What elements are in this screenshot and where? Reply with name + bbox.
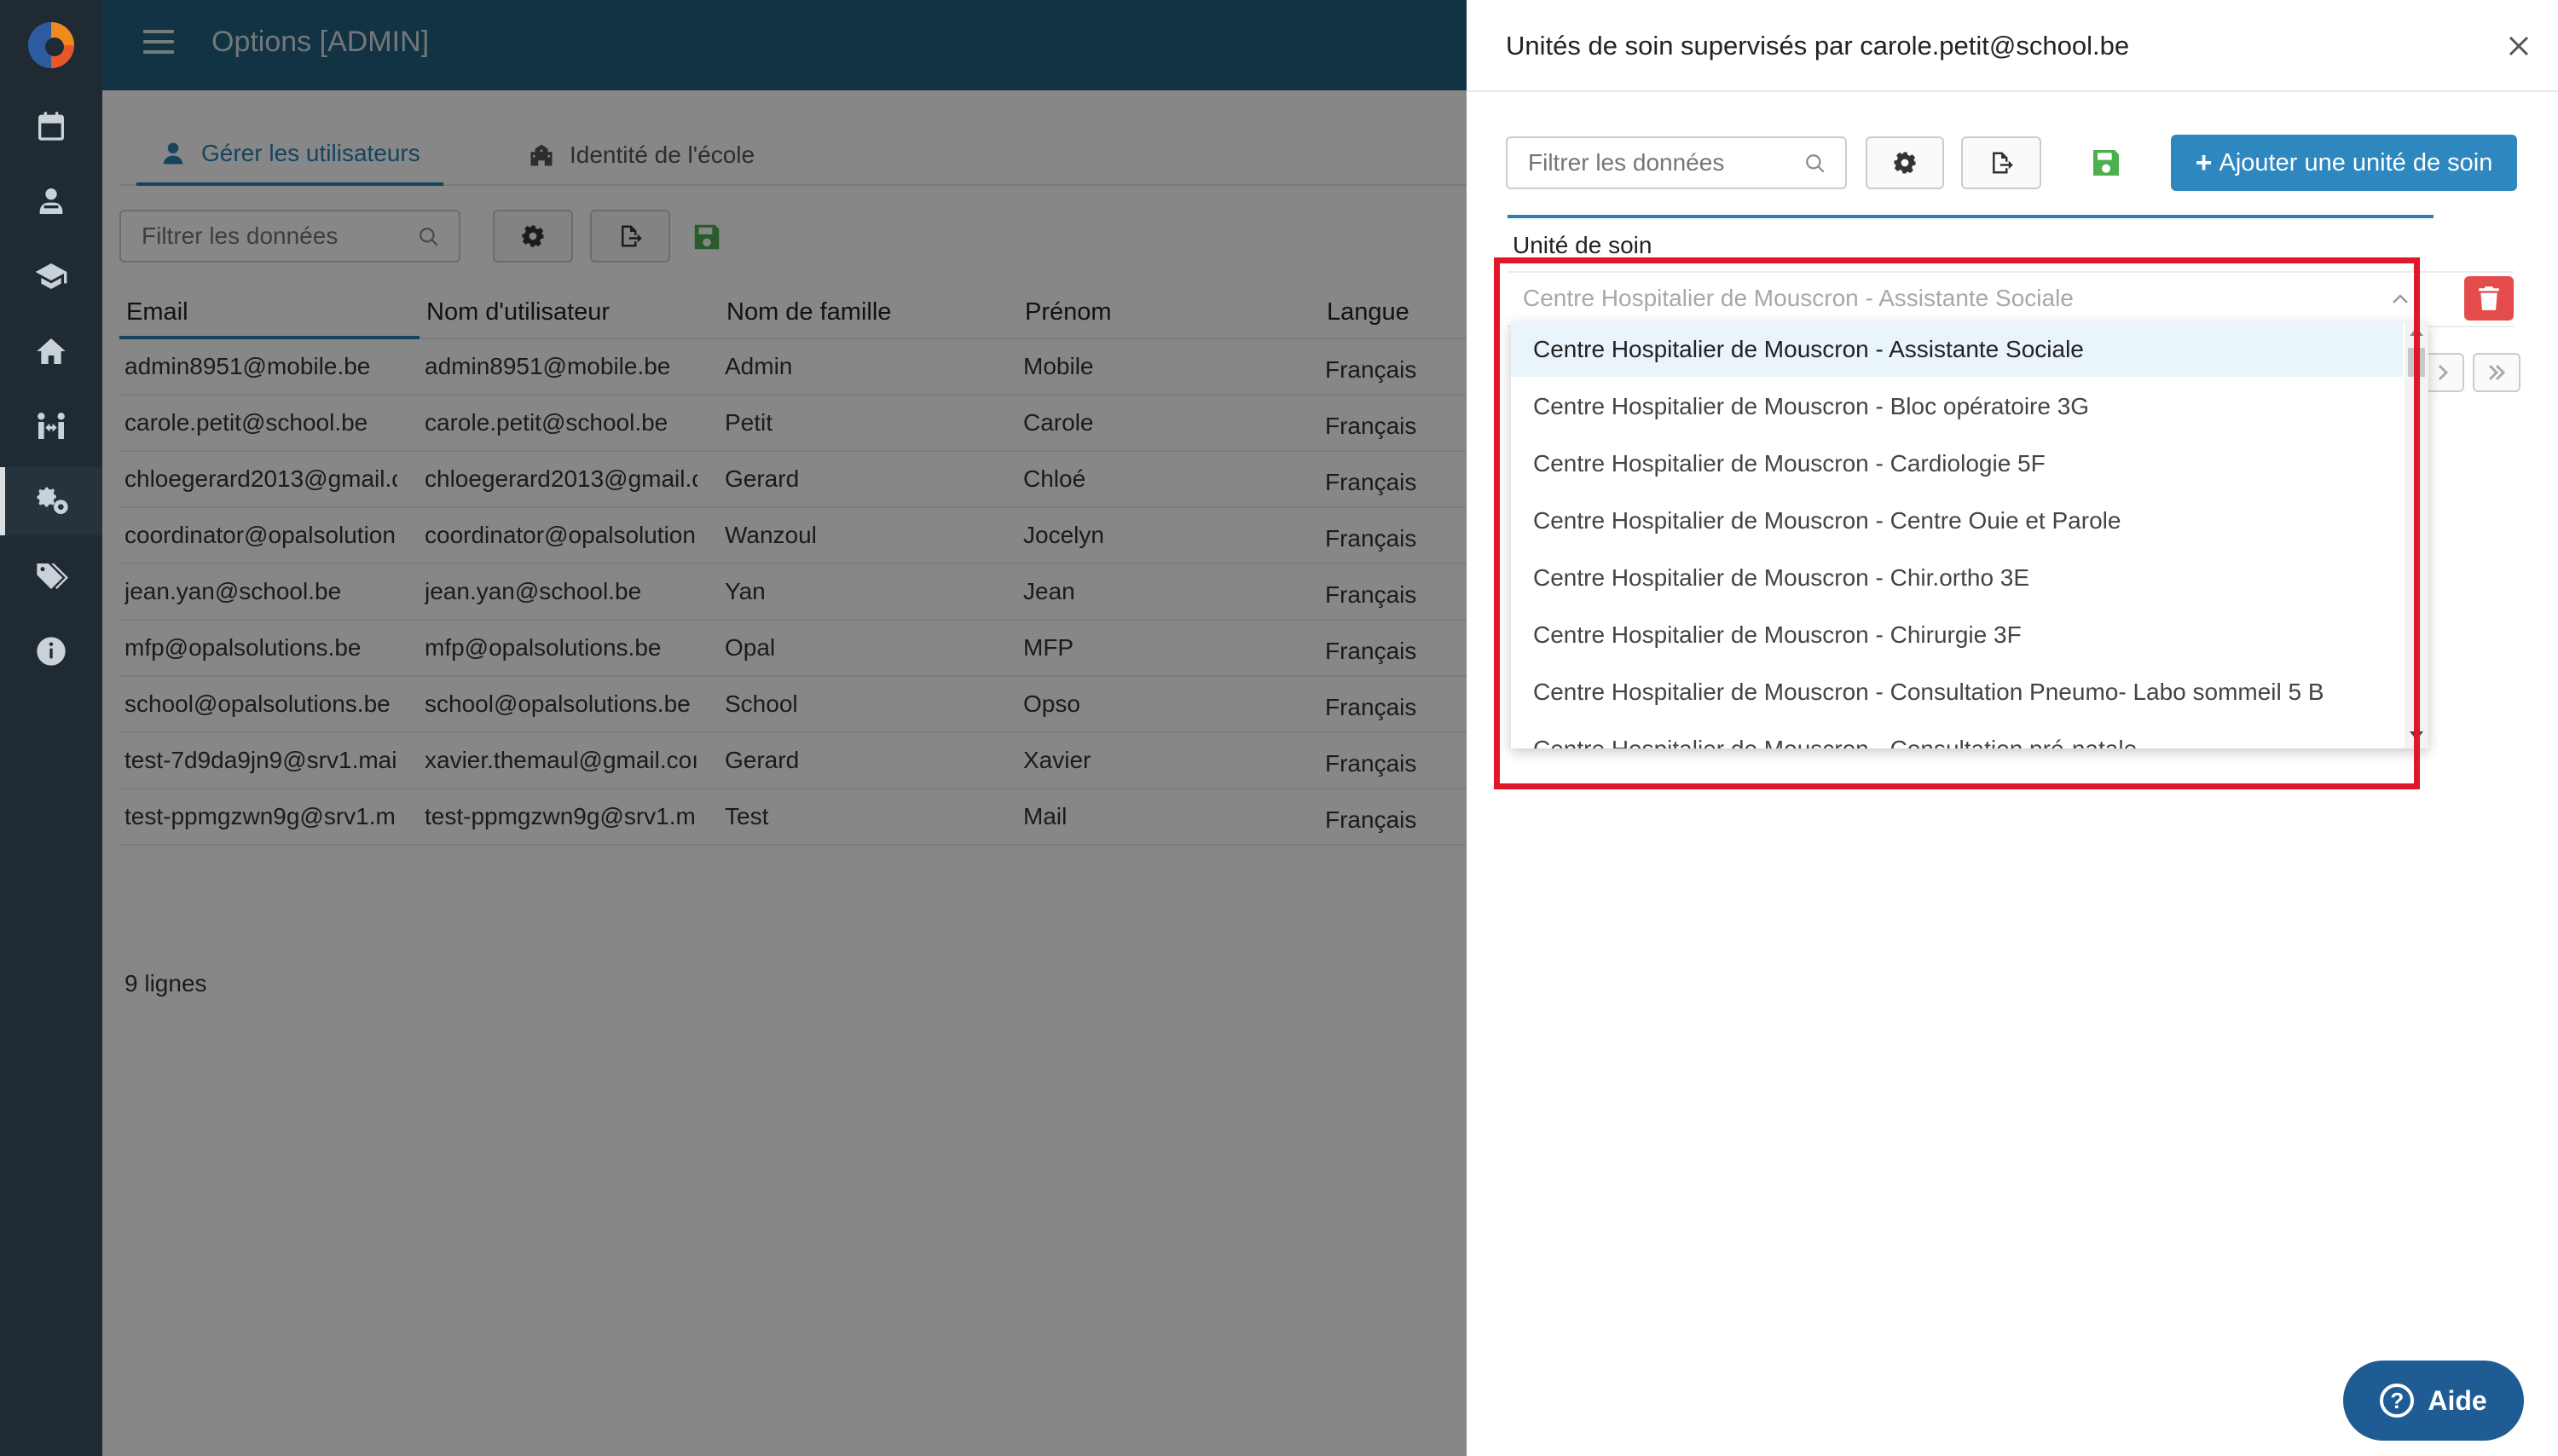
care-units-table-header: Unité de soin [1508, 215, 2434, 266]
chevron-right-icon [2438, 364, 2449, 381]
dropdown-option[interactable]: Centre Hospitalier de Mouscron - Chir.or… [1511, 551, 2403, 605]
drawer-divider [1467, 90, 2558, 92]
sidebar-item-students[interactable] [0, 242, 102, 310]
search-icon [1806, 154, 1825, 173]
dropdown-option[interactable]: Centre Hospitalier de Mouscron - Consult… [1511, 722, 2403, 748]
teacher-icon [39, 188, 63, 214]
save-icon [2093, 150, 2119, 176]
sidebar-item-info[interactable] [0, 617, 102, 685]
pager-last-button[interactable] [2473, 353, 2520, 392]
info-icon [37, 637, 66, 666]
close-icon[interactable] [2505, 32, 2532, 60]
question-icon: ? [2380, 1384, 2415, 1418]
double-chevron-right-icon [2488, 364, 2506, 381]
sidebar-item-calendar[interactable] [0, 92, 102, 160]
dropdown-option[interactable]: Centre Hospitalier de Mouscron - Consult… [1511, 665, 2403, 719]
care-unit-dropdown: Centre Hospitalier de Mouscron - Assista… [1511, 322, 2428, 748]
dropdown-option[interactable]: Centre Hospitalier de Mouscron - Bloc op… [1511, 379, 2403, 434]
dropdown-option[interactable]: Centre Hospitalier de Mouscron - Centre … [1511, 494, 2403, 548]
table-row-divider [1508, 271, 2514, 273]
graduation-cap-icon [35, 263, 67, 289]
scroll-up-arrow-icon[interactable] [2410, 327, 2423, 336]
sidebar-item-schools[interactable] [0, 317, 102, 385]
people-arrows-icon [38, 413, 65, 439]
care-unit-select-value: Centre Hospitalier de Mouscron - Assista… [1523, 285, 2074, 311]
care-unit-select[interactable]: Centre Hospitalier de Mouscron - Assista… [1509, 274, 2423, 322]
care-units-drawer: Unités de soin supervisés par carole.pet… [1467, 0, 2558, 1456]
dropdown-scrollbar[interactable] [2405, 322, 2428, 748]
gear-icon [1894, 152, 1916, 174]
sidebar-item-teachers[interactable] [0, 167, 102, 235]
file-export-icon [1993, 152, 2013, 174]
modal-backdrop[interactable] [102, 0, 1467, 1456]
scrollbar-thumb[interactable] [2408, 348, 2425, 377]
sidebar-item-internships[interactable] [0, 392, 102, 460]
care-units-settings-button[interactable] [1866, 136, 1944, 189]
calendar-icon [38, 112, 64, 141]
dropdown-option[interactable]: Centre Hospitalier de Mouscron - Cardiol… [1511, 436, 2403, 491]
app-logo[interactable] [26, 14, 77, 71]
tags-icon [37, 563, 68, 589]
delete-row-button[interactable] [2464, 276, 2514, 321]
trash-icon [2479, 286, 2499, 310]
help-button[interactable]: ? Aide [2343, 1361, 2524, 1441]
gears-icon [37, 487, 68, 514]
care-units-save-button[interactable] [2089, 146, 2123, 180]
drawer-title: Unités de soin supervisés par carole.pet… [1506, 31, 2130, 61]
care-units-search-input[interactable] [1508, 138, 1789, 188]
care-units-export-button[interactable] [1961, 136, 2041, 189]
add-care-unit-label: Ajouter une unité de soin [2219, 148, 2493, 176]
school-home-icon [37, 338, 66, 364]
column-header-care-unit[interactable]: Unité de soin [1513, 232, 1652, 259]
chevron-up-icon [2393, 294, 2408, 303]
care-units-search-box [1506, 136, 1847, 189]
left-sidebar [0, 0, 102, 1456]
help-label: Aide [2428, 1384, 2487, 1416]
dropdown-option[interactable]: Centre Hospitalier de Mouscron - Chirurg… [1511, 608, 2403, 662]
dropdown-option[interactable]: Centre Hospitalier de Mouscron - Assista… [1511, 322, 2403, 377]
add-care-unit-button[interactable]: + Ajouter une unité de soin [2171, 135, 2517, 191]
sidebar-item-options[interactable] [0, 467, 102, 535]
plus-icon: + [2195, 146, 2213, 179]
sidebar-item-tags[interactable] [0, 542, 102, 610]
scroll-down-arrow-icon[interactable] [2410, 731, 2423, 740]
